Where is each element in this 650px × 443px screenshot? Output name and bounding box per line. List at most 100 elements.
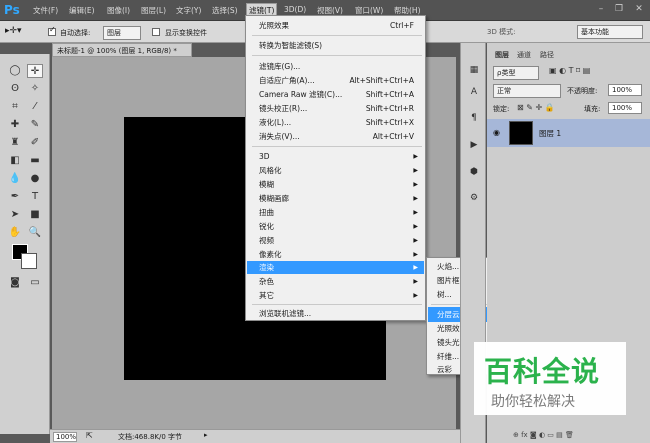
info-arrow-icon[interactable]: ▸	[204, 431, 208, 439]
watermark-subtitle: 助你轻松解决	[491, 394, 575, 410]
menu-item-render[interactable]: 渲染 ▶	[247, 261, 424, 274]
menu-image[interactable]: 图像(I)	[107, 5, 130, 16]
restore-icon[interactable]: ❐	[610, 2, 628, 16]
submenu-arrow-icon: ▶	[413, 181, 418, 188]
checkmark-icon: ✓	[49, 25, 56, 34]
history-panel-icon[interactable]: ▦	[466, 65, 482, 79]
close-icon[interactable]: ✕	[630, 2, 648, 16]
character-panel-icon[interactable]: A	[466, 87, 482, 101]
tab-layers[interactable]: 图层	[495, 50, 509, 60]
watermark-title: 百科全说	[484, 355, 601, 388]
auto-select-dropdown[interactable]: 图层	[103, 26, 141, 40]
menu-item-pixelate[interactable]: 像素化 ▶	[247, 248, 424, 261]
opacity-label: 不透明度:	[567, 87, 598, 95]
menu-separator	[252, 304, 422, 305]
menu-item-video[interactable]: 视频 ▶	[247, 234, 424, 247]
menu-item-adaptive-wide-angle[interactable]: 自适应广角(A)... Alt+Shift+Ctrl+A	[247, 74, 424, 87]
submenu-arrow-icon: ▶	[413, 195, 418, 202]
menu-item-other[interactable]: 其它 ▶	[247, 289, 424, 302]
menu-item-sharpen[interactable]: 锐化 ▶	[247, 220, 424, 233]
submenu-arrow-icon: ▶	[413, 153, 418, 160]
type-tool-icon[interactable]: T	[27, 190, 43, 204]
layer-row[interactable]: ◉ 图层 1	[487, 119, 650, 147]
path-selection-icon[interactable]: ➤	[7, 208, 23, 222]
submenu-arrow-icon: ▶	[413, 167, 418, 174]
zoom-tool-icon[interactable]: 🔍	[27, 226, 43, 240]
menu-type[interactable]: 文字(Y)	[176, 5, 201, 16]
move-tool-icon[interactable]: ✛	[27, 64, 43, 78]
layer-kind-filter[interactable]: ρ类型	[493, 66, 539, 80]
brush-tool-icon[interactable]: ✎	[27, 118, 43, 132]
menu-item-convert-smart-filter[interactable]: 转换为智能滤镜(S)	[247, 39, 424, 52]
properties-panel-icon[interactable]: ⚙	[466, 193, 482, 207]
zoom-level-field[interactable]: 100%	[53, 432, 77, 442]
menu-item-blur-gallery[interactable]: 模糊画廊 ▶	[247, 192, 424, 205]
menu-item-last-filter[interactable]: 光照效果 Ctrl+F	[247, 19, 424, 32]
submenu-arrow-icon: ▶	[413, 209, 418, 216]
fill-input[interactable]: 100%	[608, 102, 642, 114]
eyedropper-icon[interactable]: ⁄	[27, 100, 43, 114]
menu-item-filter-gallery[interactable]: 滤镜库(G)...	[247, 60, 424, 73]
menu-item-3d[interactable]: 3D ▶	[247, 150, 424, 163]
submenu-arrow-icon: ▶	[413, 237, 418, 244]
move-tool-preset-icon[interactable]: ▸✛▾	[5, 26, 22, 36]
submenu-arrow-icon: ▶	[413, 251, 418, 258]
history-brush-icon[interactable]: ✐	[27, 136, 43, 150]
menu-edit[interactable]: 编辑(E)	[69, 5, 95, 16]
layer-filter-icons[interactable]: ▣ ◐ T ⌑ ▤	[549, 66, 590, 75]
dodge-tool-icon[interactable]: ●	[27, 172, 43, 186]
clone-stamp-icon[interactable]: ♜	[7, 136, 23, 150]
pen-tool-icon[interactable]: ✒	[7, 190, 23, 204]
crop-tool-icon[interactable]: ⌗	[7, 100, 23, 114]
visibility-eye-icon[interactable]: ◉	[493, 128, 500, 137]
opacity-input[interactable]: 100%	[608, 84, 642, 96]
document-tab[interactable]: 未标题-1 @ 100% (图层 1, RGB/8) *	[52, 43, 192, 57]
lock-icons[interactable]: ⊠ ✎ ✛ 🔒	[517, 103, 555, 112]
eraser-tool-icon[interactable]: ◧	[7, 154, 23, 168]
screen-mode-icon[interactable]: ▭	[27, 276, 43, 290]
menu-item-vanishing-point[interactable]: 消失点(V)... Alt+Ctrl+V	[247, 130, 424, 143]
menu-separator	[252, 55, 422, 56]
blend-mode-dropdown[interactable]: 正常	[493, 84, 561, 98]
layer-bottom-icons[interactable]: ⊕ fx ◙ ◐ ▭ ▤ 🗑	[513, 431, 574, 439]
tab-channels[interactable]: 通道	[517, 50, 531, 60]
mode-3d-label: 3D 模式:	[487, 28, 516, 36]
submenu-arrow-icon: ▶	[413, 292, 418, 299]
menu-item-liquify[interactable]: 液化(L)... Shift+Ctrl+X	[247, 116, 424, 129]
hand-tool-icon[interactable]: ✋	[7, 226, 23, 240]
menu-file[interactable]: 文件(F)	[33, 5, 58, 16]
menu-item-browse-online-filters[interactable]: 浏览联机滤镜...	[247, 307, 424, 320]
paragraph-panel-icon[interactable]: ¶	[466, 113, 482, 127]
rectangle-tool-icon[interactable]: ■	[27, 208, 43, 222]
show-transform-checkbox[interactable]	[152, 28, 160, 36]
gradient-tool-icon[interactable]: ▬	[27, 154, 43, 168]
menu-item-camera-raw[interactable]: Camera Raw 滤镜(C)... Shift+Ctrl+A	[247, 88, 424, 101]
menu-select[interactable]: 选择(S)	[212, 5, 238, 16]
submenu-arrow-icon: ▶	[413, 278, 418, 285]
menu-separator	[252, 146, 422, 147]
marquee-tool-icon[interactable]: ◯	[7, 64, 23, 78]
menu-item-blur[interactable]: 模糊 ▶	[247, 178, 424, 191]
blur-tool-icon[interactable]: 💧	[7, 172, 23, 186]
workspace-dropdown[interactable]: 基本功能	[577, 25, 643, 39]
layer-name[interactable]: 图层 1	[539, 128, 561, 139]
healing-brush-icon[interactable]: ✚	[7, 118, 23, 132]
3d-panel-icon[interactable]: ⬢	[466, 167, 482, 181]
quick-mask-icon[interactable]: ◙	[7, 276, 23, 290]
lasso-tool-icon[interactable]: ʘ	[7, 82, 23, 96]
menu-layer[interactable]: 图层(L)	[141, 5, 166, 16]
menu-item-stylize[interactable]: 风格化 ▶	[247, 164, 424, 177]
actions-panel-icon[interactable]: ▶	[466, 140, 482, 154]
show-transform-label: 显示变换控件	[165, 29, 207, 37]
menu-separator	[252, 35, 422, 36]
magic-wand-icon[interactable]: ✧	[27, 82, 43, 96]
export-icon[interactable]: ⇱	[86, 431, 93, 440]
lock-label: 锁定:	[493, 105, 510, 113]
menu-item-noise[interactable]: 杂色 ▶	[247, 275, 424, 288]
menu-3d[interactable]: 3D(D)	[284, 5, 306, 14]
menu-item-lens-correction[interactable]: 镜头校正(R)... Shift+Ctrl+R	[247, 102, 424, 115]
menu-item-distort[interactable]: 扭曲 ▶	[247, 206, 424, 219]
background-color-swatch[interactable]	[21, 253, 37, 269]
tab-paths[interactable]: 路径	[540, 50, 554, 60]
minimize-icon[interactable]: –	[592, 2, 610, 16]
